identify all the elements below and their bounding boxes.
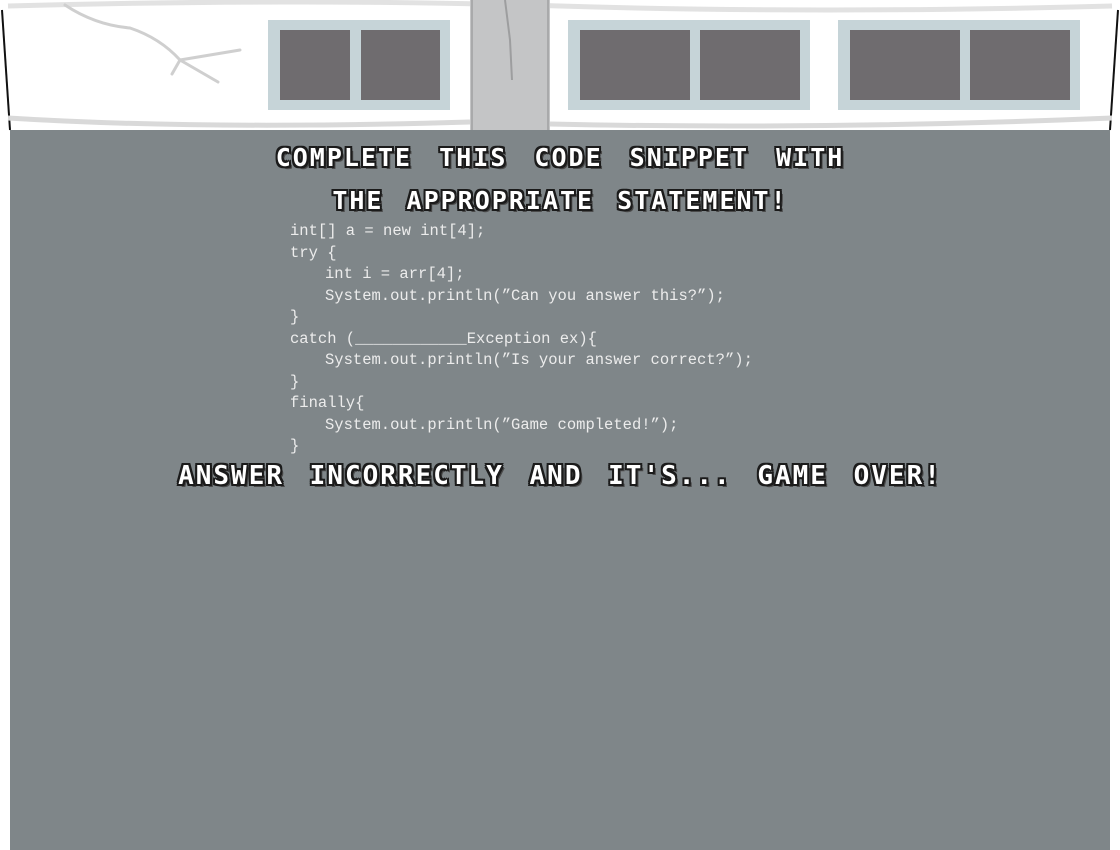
code-line-array-access: int i = arr[4]; — [325, 265, 465, 283]
building-facade — [1, 0, 1119, 132]
window-2 — [568, 20, 810, 110]
code-line-print-complete: System.out.println(”Game completed!”); — [325, 415, 679, 434]
window-1 — [268, 20, 450, 110]
quiz-title-line-1: Complete this code snippet with — [275, 143, 845, 172]
code-line-catch-blank: catch (____________Exception ex){ — [290, 329, 597, 348]
code-line-print-check: System.out.println(”Is your answer corre… — [325, 351, 753, 369]
code-line-print-question: System.out.println(”Can you answer this?… — [325, 286, 725, 305]
window-3 — [838, 20, 1080, 110]
game-scene: Complete this code snippet with the appr… — [0, 0, 1120, 850]
code-line-finally: finally{ — [290, 394, 365, 412]
code-snippet: int[] a = new int[4]; try { int i = arr[… — [290, 221, 753, 458]
code-line-try-close: } — [290, 308, 300, 326]
code-line-array-decl: int[] a = new int[4]; — [290, 222, 486, 240]
code-line-try: try { — [290, 243, 337, 262]
quiz-title-line-2: the appropriate statement! — [332, 186, 788, 215]
code-line-finally-close: } — [290, 437, 300, 455]
game-over-warning: Answer incorrectly and it's... game over… — [178, 461, 942, 491]
code-line-catch-close: } — [290, 372, 300, 391]
support-column — [470, 0, 550, 132]
